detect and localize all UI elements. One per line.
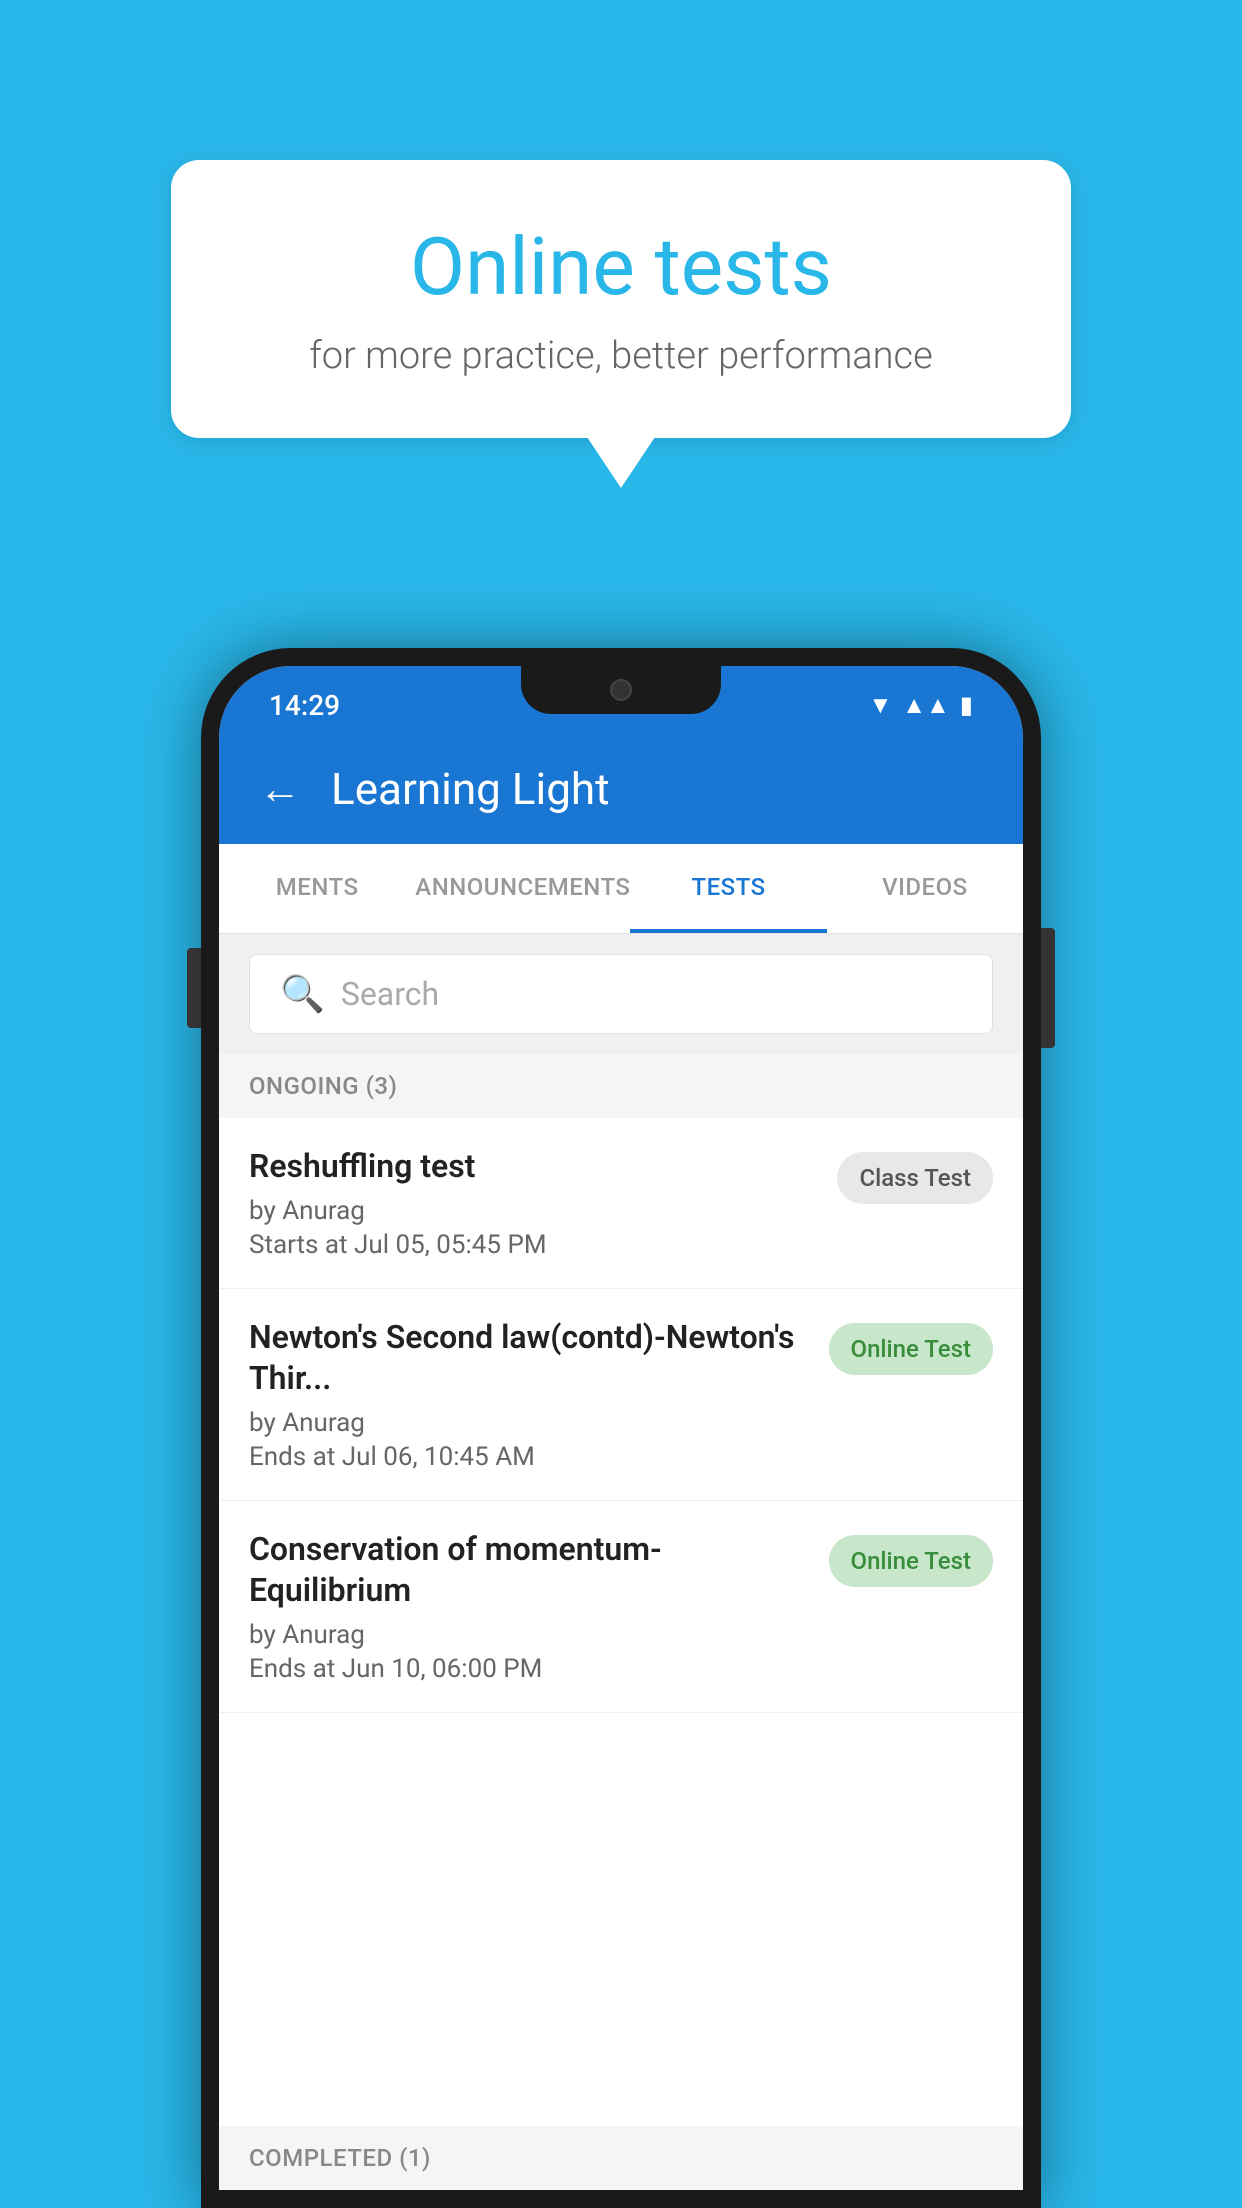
test-badge-3: Online Test [829,1535,993,1587]
test-item-3[interactable]: Conservation of momentum-Equilibrium by … [219,1501,1023,1713]
test-badge-1: Class Test [837,1152,993,1204]
test-author-3: by Anurag [249,1620,809,1650]
test-time-1: Starts at Jul 05, 05:45 PM [249,1230,817,1260]
wifi-icon: ▼ [869,691,893,720]
app-header: ← Learning Light [219,734,1023,844]
search-placeholder: Search [341,975,439,1013]
test-name-2: Newton's Second law(contd)-Newton's Thir… [249,1317,809,1400]
app-title: Learning Light [331,763,610,815]
test-item-1[interactable]: Reshuffling test by Anurag Starts at Jul… [219,1118,1023,1289]
test-info-3: Conservation of momentum-Equilibrium by … [249,1529,829,1684]
completed-section-label: COMPLETED (1) [219,2126,1023,2190]
test-name-1: Reshuffling test [249,1146,817,1188]
ongoing-section-label: ONGOING (3) [219,1054,1023,1118]
phone-notch [521,666,721,714]
search-box[interactable]: 🔍 Search [249,954,993,1034]
test-list: Reshuffling test by Anurag Starts at Jul… [219,1118,1023,1713]
status-icons: ▼ ▲▲ ▮ [869,691,974,720]
test-item-2[interactable]: Newton's Second law(contd)-Newton's Thir… [219,1289,1023,1501]
tabs-container: MENTS ANNOUNCEMENTS TESTS VIDEOS [219,844,1023,934]
tab-announcements[interactable]: ANNOUNCEMENTS [415,844,630,933]
test-author-1: by Anurag [249,1196,817,1226]
phone-frame: 14:29 ▼ ▲▲ ▮ ← Learning Light MENTS ANNO… [201,648,1041,2208]
test-time-2: Ends at Jul 06, 10:45 AM [249,1442,809,1472]
tab-ments[interactable]: MENTS [219,844,415,933]
back-button[interactable]: ← [259,765,301,814]
test-badge-2: Online Test [829,1323,993,1375]
status-time: 14:29 [269,689,340,722]
test-name-3: Conservation of momentum-Equilibrium [249,1529,809,1612]
camera [610,679,632,701]
search-container: 🔍 Search [219,934,1023,1054]
bubble-title: Online tests [251,220,991,314]
phone-screen: 14:29 ▼ ▲▲ ▮ ← Learning Light MENTS ANNO… [219,666,1023,2190]
speech-bubble-container: Online tests for more practice, better p… [171,160,1071,438]
tab-tests[interactable]: TESTS [630,844,826,933]
test-time-3: Ends at Jun 10, 06:00 PM [249,1654,809,1684]
battery-icon: ▮ [960,691,973,719]
test-info-2: Newton's Second law(contd)-Newton's Thir… [249,1317,829,1472]
phone-outer: 14:29 ▼ ▲▲ ▮ ← Learning Light MENTS ANNO… [201,648,1041,2208]
speech-bubble: Online tests for more practice, better p… [171,160,1071,438]
test-author-2: by Anurag [249,1408,809,1438]
tab-videos[interactable]: VIDEOS [827,844,1023,933]
signal-icon: ▲▲ [902,691,950,720]
search-icon: 🔍 [280,973,325,1015]
bubble-subtitle: for more practice, better performance [251,334,991,378]
test-info-1: Reshuffling test by Anurag Starts at Jul… [249,1146,837,1260]
